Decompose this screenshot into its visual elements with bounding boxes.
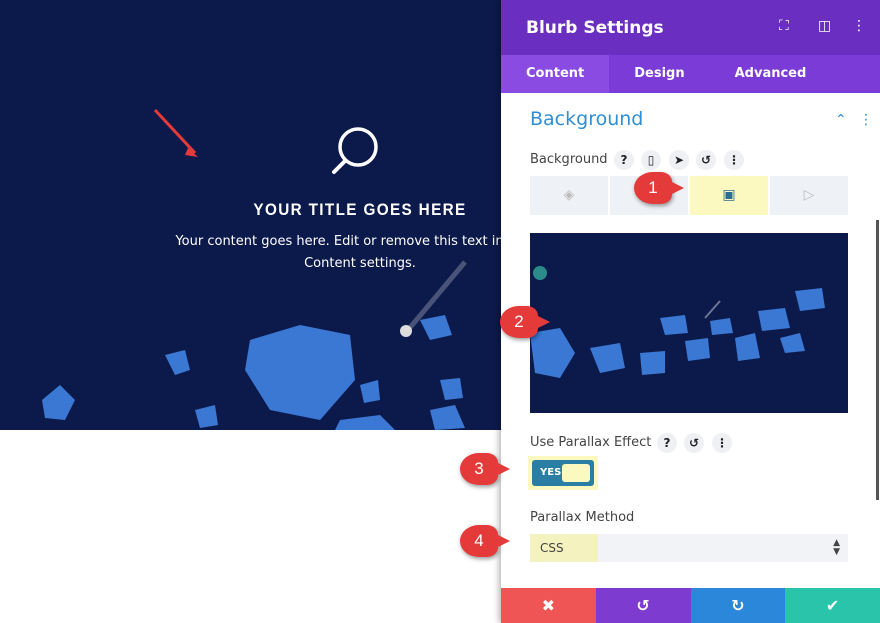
close-button[interactable]: ✖ (501, 588, 596, 623)
select-value: CSS (530, 534, 598, 562)
content-line: Content settings. (304, 256, 416, 271)
panel-footer: ✖ ↺ ↻ ✔ (501, 588, 880, 623)
select-arrows-icon: ▲ ▼ (833, 538, 840, 557)
more-icon[interactable]: ⋮ (712, 433, 732, 453)
panel-header: Blurb Settings ⛶ ◫ ⋮ (501, 0, 880, 55)
callout-1: 1 (634, 172, 684, 204)
section-menu-icon[interactable]: ⋮ (859, 112, 873, 128)
toggle-value: YES (540, 467, 562, 478)
help-icon[interactable]: ? (614, 150, 634, 170)
more-options-icon[interactable]: ⋮ (852, 18, 866, 34)
image-icon[interactable]: ▣ (690, 176, 768, 215)
parallax-toggle[interactable]: YES (528, 456, 598, 490)
fullscreen-icon[interactable]: ⛶ (779, 18, 789, 34)
collapse-icon[interactable]: ⌃ (835, 112, 847, 128)
save-button[interactable]: ✔ (785, 588, 880, 623)
callout-3: 3 (460, 453, 510, 485)
tab-design[interactable]: Design (609, 55, 709, 93)
background-image-preview[interactable] (530, 233, 848, 413)
background-type-tabs: ◈ ▣ ▷ (530, 176, 848, 215)
page-preview: YOUR TITLE GOES HERE Your content goes h… (0, 0, 501, 430)
red-arrow (153, 108, 197, 155)
content-line: Your content goes here. Edit or remove t… (175, 234, 501, 249)
background-label: Background (530, 152, 608, 167)
reset-icon[interactable]: ↺ (696, 150, 716, 170)
more-icon[interactable]: ⋮ (724, 150, 744, 170)
panel-title: Blurb Settings (526, 18, 664, 38)
callout-2: 2 (500, 306, 550, 338)
help-icon[interactable]: ? (657, 433, 677, 453)
parallax-label: Use Parallax Effect (530, 435, 652, 450)
tab-bar: Content Design Advanced (501, 55, 880, 93)
callout-4: 4 (460, 525, 510, 557)
blurb-title[interactable]: YOUR TITLE GOES HERE (36, 200, 501, 220)
reset-icon[interactable]: ↺ (684, 433, 704, 453)
mobile-icon[interactable]: ▯ (641, 150, 661, 170)
section-title[interactable]: Background (530, 108, 643, 130)
scrollbar[interactable] (876, 220, 879, 500)
tab-advanced[interactable]: Advanced (710, 55, 832, 93)
split-view-icon[interactable]: ◫ (818, 18, 831, 34)
hover-cursor-icon[interactable]: ➤ (669, 150, 689, 170)
video-icon[interactable]: ▷ (770, 176, 848, 215)
parallax-method-select[interactable]: CSS ▲ ▼ (530, 534, 848, 562)
undo-button[interactable]: ↺ (595, 588, 691, 623)
redo-button[interactable]: ↻ (690, 588, 786, 623)
color-fill-icon[interactable]: ◈ (530, 176, 608, 215)
blurb-content[interactable]: Your content goes here. Edit or remove t… (0, 231, 501, 275)
parallax-method-label: Parallax Method (530, 510, 635, 525)
space-rocks-thumbnail (530, 266, 825, 378)
tab-content[interactable]: Content (501, 55, 610, 93)
settings-panel: Blurb Settings ⛶ ◫ ⋮ Content Design Adva… (501, 0, 880, 623)
